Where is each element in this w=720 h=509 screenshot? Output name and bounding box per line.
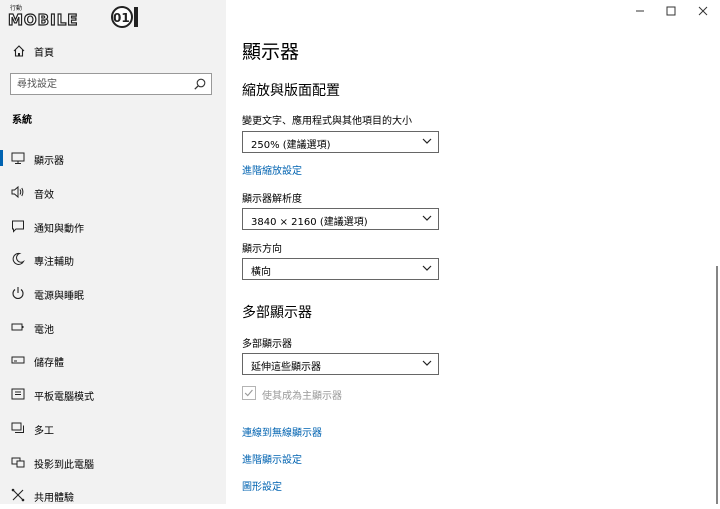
graphics-settings-link[interactable]: 圖形設定 xyxy=(242,478,282,493)
sidebar-item-project[interactable]: 投影到此電腦 xyxy=(0,448,226,476)
main-display-label: 使其成為主顯示器 xyxy=(262,391,342,402)
chevron-down-icon xyxy=(422,360,432,366)
sidebar-item-label: 電池 xyxy=(34,325,54,336)
page-title: 顯示器 xyxy=(242,41,300,63)
sidebar-item-sound[interactable]: 音效 xyxy=(0,178,226,206)
speaker-icon xyxy=(11,185,24,199)
main-content: 顯示器 縮放與版面配置 變更文字、應用程式與其他項目的大小 250% (建議選項… xyxy=(226,0,720,504)
sidebar: 行動 MOBILE 01 首頁 系統 顯示器 音效 xyxy=(0,0,226,504)
resolution-value: 3840 × 2160 (建議選項) xyxy=(251,217,368,228)
shared-experience-icon xyxy=(11,488,25,502)
size-label: 變更文字、應用程式與其他項目的大小 xyxy=(242,116,412,127)
scale-dropdown[interactable]: 250% (建議選項) xyxy=(242,131,439,153)
sidebar-item-label: 平板電腦模式 xyxy=(34,392,94,403)
sidebar-item-label: 儲存體 xyxy=(34,358,64,369)
advanced-display-link[interactable]: 進階顯示設定 xyxy=(242,451,302,466)
project-icon xyxy=(11,457,25,468)
sidebar-item-label: 音效 xyxy=(34,190,54,201)
svg-text:01: 01 xyxy=(113,11,130,25)
orientation-dropdown[interactable]: 橫向 xyxy=(242,258,439,280)
orientation-label: 顯示方向 xyxy=(242,244,282,255)
sidebar-item-label: 專注輔助 xyxy=(34,257,74,268)
svg-text:MOBILE: MOBILE xyxy=(8,11,79,29)
sidebar-item-label: 通知與動作 xyxy=(34,224,84,235)
mobile01-logo: 行動 MOBILE 01 xyxy=(7,4,138,29)
resolution-dropdown[interactable]: 3840 × 2160 (建議選項) xyxy=(242,208,439,230)
active-indicator xyxy=(0,150,3,166)
notification-icon xyxy=(12,220,24,233)
sidebar-item-label: 投影到此電腦 xyxy=(34,460,94,471)
section-heading-scale: 縮放與版面配置 xyxy=(242,83,340,99)
sidebar-item-power[interactable]: 電源與睡眠 xyxy=(0,279,226,307)
main-display-checkbox[interactable] xyxy=(242,386,256,400)
multi-display-label: 多部顯示器 xyxy=(242,339,292,350)
search-icon[interactable] xyxy=(193,77,207,91)
search-input[interactable] xyxy=(17,77,187,91)
sidebar-item-label: 多工 xyxy=(34,426,54,437)
close-icon[interactable] xyxy=(696,4,710,18)
monitor-icon xyxy=(11,152,25,164)
sidebar-item-multitasking[interactable]: 多工 xyxy=(0,414,226,442)
sidebar-item-label: 顯示器 xyxy=(34,156,64,167)
multitask-icon xyxy=(11,422,24,433)
storage-icon xyxy=(11,356,25,364)
sidebar-item-storage[interactable]: 儲存體 xyxy=(0,346,226,374)
sidebar-item-display[interactable]: 顯示器 xyxy=(0,144,226,172)
advanced-scaling-link[interactable]: 進階縮放設定 xyxy=(242,162,302,177)
orientation-value: 橫向 xyxy=(251,267,271,278)
resolution-label: 顯示器解析度 xyxy=(242,194,302,205)
sidebar-item-label: 電源與睡眠 xyxy=(34,291,84,302)
battery-icon xyxy=(11,323,24,331)
chevron-down-icon xyxy=(422,265,432,271)
moon-icon xyxy=(12,252,25,265)
scrollbar[interactable] xyxy=(716,266,718,504)
tablet-icon xyxy=(11,388,25,400)
sidebar-item-label: 共用體驗 xyxy=(34,493,74,504)
chevron-down-icon xyxy=(422,138,432,144)
maximize-icon[interactable] xyxy=(664,4,678,18)
minimize-icon[interactable] xyxy=(633,4,647,18)
home-icon xyxy=(13,45,25,57)
section-heading-multi-display: 多部顯示器 xyxy=(242,305,312,321)
section-label-system: 系統 xyxy=(12,115,32,126)
wireless-display-link[interactable]: 連線到無線顯示器 xyxy=(242,424,322,439)
checkmark-icon xyxy=(244,389,253,397)
scale-value: 250% (建議選項) xyxy=(251,140,331,151)
sidebar-item-focus-assist[interactable]: 專注輔助 xyxy=(0,245,226,273)
sidebar-item-shared-experiences[interactable]: 共用體驗 xyxy=(0,481,226,509)
sidebar-home[interactable]: 首頁 xyxy=(0,38,226,64)
sidebar-item-battery[interactable]: 電池 xyxy=(0,313,226,341)
power-icon xyxy=(12,287,24,300)
home-label: 首頁 xyxy=(34,48,54,59)
search-box[interactable] xyxy=(10,73,212,95)
multi-display-value: 延伸這些顯示器 xyxy=(251,362,321,373)
multi-display-dropdown[interactable]: 延伸這些顯示器 xyxy=(242,353,439,375)
sidebar-item-notifications[interactable]: 通知與動作 xyxy=(0,212,226,240)
chevron-down-icon xyxy=(422,215,432,221)
sidebar-item-tablet-mode[interactable]: 平板電腦模式 xyxy=(0,380,226,408)
